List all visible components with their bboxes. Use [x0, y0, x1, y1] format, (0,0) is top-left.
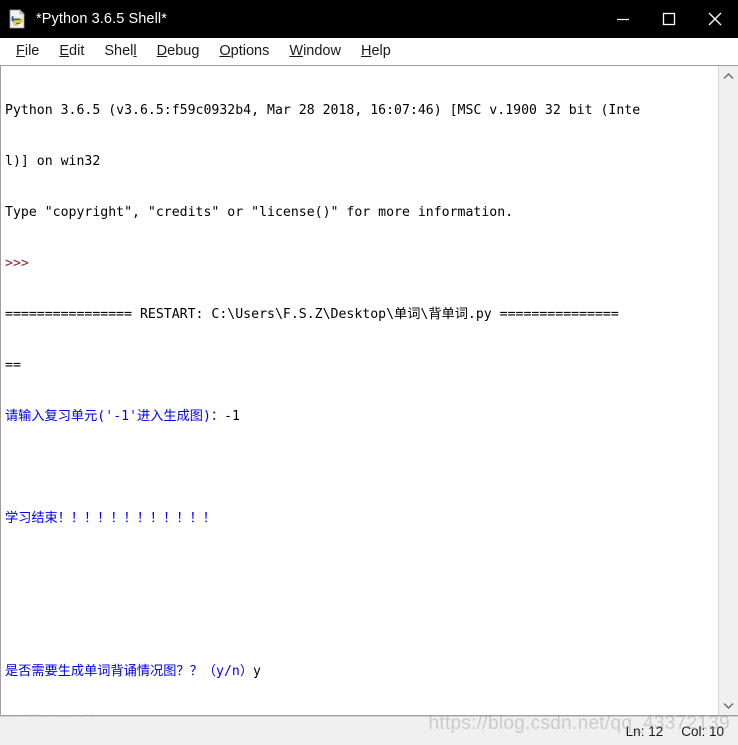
shell-blank-line	[5, 561, 718, 578]
minimize-button[interactable]	[600, 0, 646, 38]
shell-line: Python 3.6.5 (v3.6.5:f59c0932b4, Mar 28 …	[5, 103, 641, 118]
input-prompt-text: 是否需要生成单词背诵情况图？？（y/n）	[5, 664, 254, 679]
menu-label-mnemonic: l	[133, 43, 137, 59]
shell-restart-banner-wrap: ==	[5, 358, 21, 373]
menu-label-mnemonic: E	[59, 43, 70, 59]
menu-label-post: elp	[371, 43, 391, 59]
menu-item-help[interactable]: Help	[351, 41, 401, 61]
shell-prompt-line: >>>	[5, 256, 29, 271]
status-bar: Ln: 12 Col: 10	[0, 716, 738, 745]
input-answer-text: y	[253, 664, 261, 679]
menu-label-post: ile	[24, 43, 40, 59]
shell-input-line-3: 生成第几单元的呢？1	[5, 714, 718, 715]
shell-output-region: Python 3.6.5 (v3.6.5:f59c0932b4, Mar 28 …	[0, 65, 738, 716]
menu-label-mnemonic: O	[219, 43, 231, 59]
chevron-down-icon[interactable]	[719, 695, 738, 715]
menu-label-pre: Shel	[104, 43, 134, 59]
menu-item-file[interactable]: File	[6, 41, 49, 61]
shell-blank-line	[5, 612, 718, 629]
menu-label-mnemonic: W	[289, 43, 304, 59]
chevron-up-icon[interactable]	[719, 66, 738, 86]
input-answer-text: -1	[224, 409, 240, 424]
status-line-number: Ln: 12	[625, 723, 664, 739]
menu-item-options[interactable]: Options	[209, 41, 279, 61]
shell-line: Type "copyright", "credits" or "license(…	[5, 205, 514, 220]
menu-item-window[interactable]: Window	[279, 41, 351, 61]
window-controls	[600, 0, 738, 38]
shell-input-line-2: 是否需要生成单词背诵情况图？？（y/n）y	[5, 663, 718, 680]
scrollbar-track[interactable]	[719, 86, 738, 695]
status-column-number: Col: 10	[681, 723, 724, 739]
menu-label-post: dit	[69, 43, 85, 59]
input-prompt-text: 请输入复习单元('-1'进入生成图)：	[5, 409, 225, 424]
menu-label-post: ptions	[230, 43, 270, 59]
menu-bar: File Edit Shell Debug Options Window Hel…	[0, 38, 738, 65]
idle-shell-window: *Python 3.6.5 Shell* File Edit Shell Deb…	[0, 0, 738, 745]
shell-input-line-1: 请输入复习单元('-1'进入生成图)：-1	[5, 408, 718, 425]
menu-label-mnemonic: D	[156, 43, 168, 59]
title-bar[interactable]: *Python 3.6.5 Shell*	[0, 0, 738, 38]
window-title: *Python 3.6.5 Shell*	[36, 11, 167, 27]
maximize-button[interactable]	[646, 0, 692, 38]
menu-item-edit[interactable]: Edit	[49, 41, 94, 61]
close-button[interactable]	[692, 0, 738, 38]
menu-item-debug[interactable]: Debug	[147, 41, 210, 61]
menu-label-post: indow	[303, 43, 341, 59]
menu-label-post: ebug	[167, 43, 200, 59]
vertical-scrollbar[interactable]	[718, 66, 738, 715]
shell-blank-line	[5, 459, 718, 476]
menu-label-mnemonic: F	[16, 43, 25, 59]
shell-finish-message: 学习结束！！！！！！！！！！！！	[5, 511, 216, 526]
menu-label-mnemonic: H	[360, 43, 372, 59]
shell-restart-banner: ================ RESTART: C:\Users\F.S.Z…	[5, 307, 619, 322]
shell-line: l)] on win32	[5, 154, 101, 169]
menu-item-shell[interactable]: Shell	[94, 41, 146, 61]
python-file-icon	[8, 9, 28, 29]
shell-text-area[interactable]: Python 3.6.5 (v3.6.5:f59c0932b4, Mar 28 …	[0, 66, 718, 715]
